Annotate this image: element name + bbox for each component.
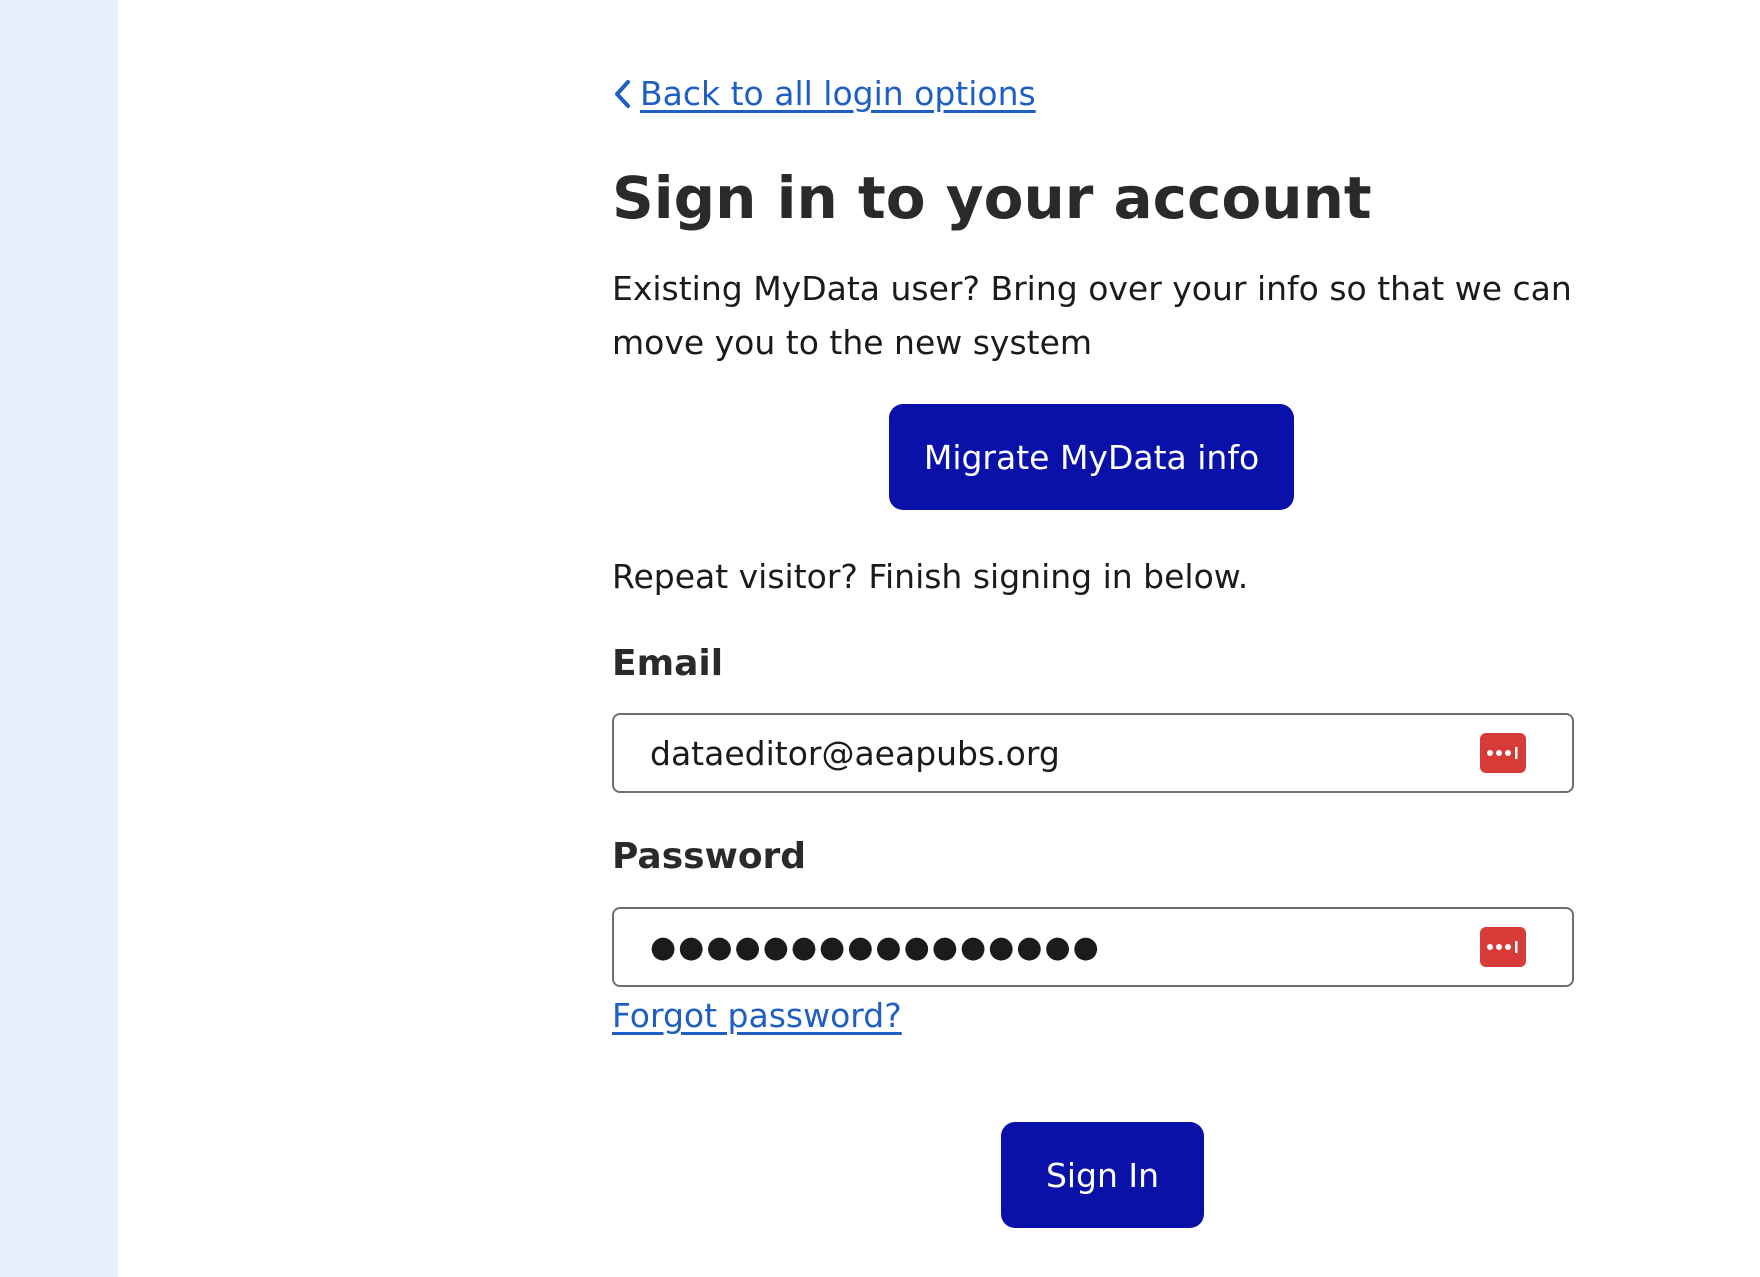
page-title: Sign in to your account xyxy=(612,164,1372,232)
password-field[interactable] xyxy=(650,909,1450,985)
repeat-visitor-text: Repeat visitor? Finish signing in below. xyxy=(612,557,1249,596)
back-link-label[interactable]: Back to all login options xyxy=(640,72,1036,116)
intro-text: Existing MyData user? Bring over your in… xyxy=(612,269,1572,362)
migrate-mydata-button[interactable]: Migrate MyData info xyxy=(889,404,1294,510)
signin-form: Back to all login options Sign in to you… xyxy=(612,72,1574,1228)
password-manager-icon[interactable] xyxy=(1480,927,1526,967)
back-to-login-options-link[interactable]: Back to all login options xyxy=(612,72,1036,116)
password-manager-icon[interactable] xyxy=(1480,733,1526,773)
left-rail xyxy=(0,0,118,1277)
forgot-password-link[interactable]: Forgot password? xyxy=(612,994,902,1038)
sign-in-button[interactable]: Sign In xyxy=(1001,1122,1204,1228)
email-field[interactable] xyxy=(650,715,1450,791)
chevron-left-icon xyxy=(612,79,632,109)
email-label: Email xyxy=(612,643,724,684)
password-field-container xyxy=(612,907,1574,987)
password-label: Password xyxy=(612,836,807,877)
email-field-container xyxy=(612,713,1574,793)
